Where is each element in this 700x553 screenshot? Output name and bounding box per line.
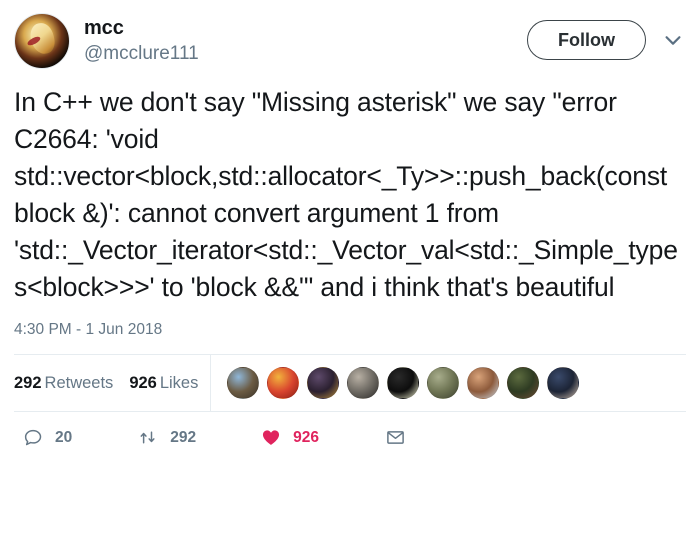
likes-label: Likes: [159, 373, 199, 392]
liker-avatar-4[interactable]: [347, 367, 379, 399]
avatar[interactable]: [14, 13, 70, 69]
liker-avatar-9[interactable]: [547, 367, 579, 399]
retweet-count: 292: [170, 428, 197, 446]
tweet-timestamp[interactable]: 4:30 PM - 1 Jun 2018: [14, 320, 686, 340]
like-button[interactable]: 926: [260, 427, 319, 448]
retweets-label: Retweets: [44, 373, 114, 392]
account-handle[interactable]: @mcclure111: [84, 41, 527, 66]
reply-count: 20: [55, 428, 73, 446]
tweet-text: In C++ we don't say "Missing asterisk" w…: [14, 87, 678, 302]
stats-counts: 292 Retweets 926 Likes: [14, 355, 211, 411]
liker-avatar-6[interactable]: [427, 367, 459, 399]
likes-stat[interactable]: 926 Likes: [129, 374, 198, 393]
tweet-stats-row: 292 Retweets 926 Likes: [14, 354, 686, 411]
header-actions: Follow: [527, 13, 686, 60]
account-name-block: mcc @mcclure111: [84, 13, 527, 66]
liker-avatar-2[interactable]: [267, 367, 299, 399]
liker-avatar-5[interactable]: [387, 367, 419, 399]
follow-button[interactable]: Follow: [527, 20, 646, 60]
tweet-header: mcc @mcclure111 Follow: [0, 0, 700, 80]
liker-avatar-7[interactable]: [467, 367, 499, 399]
retweet-button[interactable]: 292: [137, 427, 196, 448]
heart-icon: [260, 427, 282, 448]
liker-avatar-1[interactable]: [227, 367, 259, 399]
like-count: 926: [293, 428, 319, 446]
direct-message-button[interactable]: [385, 427, 406, 448]
tweet-card: mcc @mcclure111 Follow In C++ we don't s…: [0, 0, 700, 553]
retweet-icon: [137, 427, 159, 448]
envelope-icon: [385, 427, 406, 448]
display-name[interactable]: mcc: [84, 16, 527, 40]
tweet-action-bar: 20 292 926: [14, 411, 686, 463]
tweet-body: In C++ we don't say "Missing asterisk" w…: [0, 80, 700, 340]
liker-avatar-3[interactable]: [307, 367, 339, 399]
retweets-count: 292: [14, 373, 42, 392]
chevron-down-icon[interactable]: [660, 27, 686, 53]
reply-icon: [23, 427, 44, 448]
reply-button[interactable]: 20: [23, 427, 72, 448]
liker-avatar-8[interactable]: [507, 367, 539, 399]
liker-avatars: [211, 355, 686, 411]
retweets-stat[interactable]: 292 Retweets: [14, 374, 113, 393]
likes-count: 926: [129, 373, 157, 392]
